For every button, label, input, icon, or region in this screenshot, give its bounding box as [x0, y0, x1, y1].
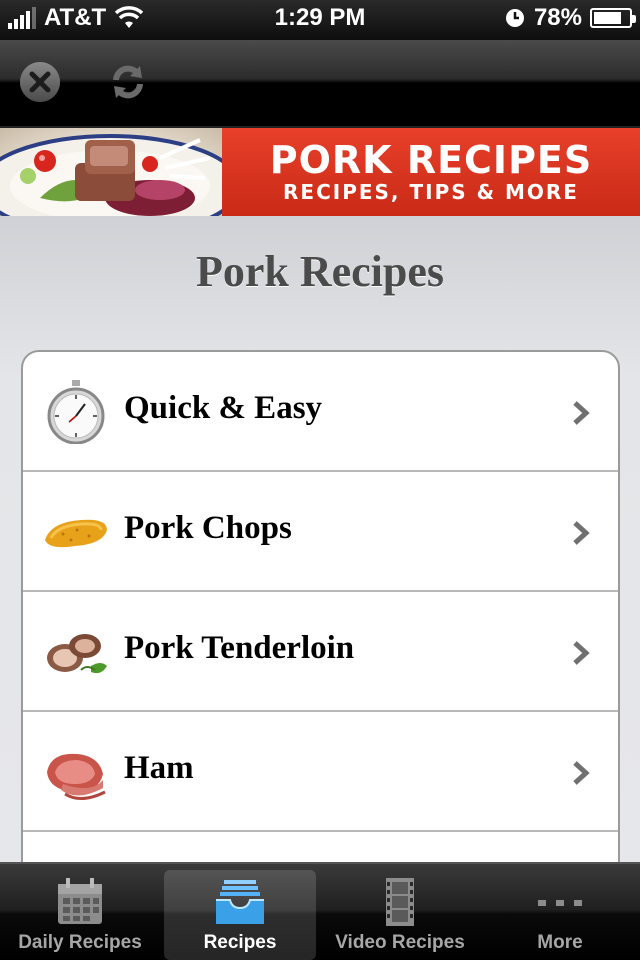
tenderloin-icon — [47, 634, 107, 674]
item-label: Ham — [124, 750, 194, 786]
list-item-next[interactable] — [23, 832, 618, 862]
chevron-right-icon — [573, 641, 590, 665]
refresh-button[interactable] — [104, 58, 152, 106]
item-label: Pork Chops — [124, 510, 292, 546]
film-icon — [386, 878, 414, 926]
tab-label: Daily Recipes — [18, 932, 142, 953]
tab-daily-recipes[interactable]: Daily Recipes — [4, 870, 156, 960]
inbox-tray-icon — [216, 880, 264, 924]
page-title: Pork Recipes — [195, 247, 445, 296]
alarm-clock-icon — [505, 9, 524, 27]
tab-more[interactable]: More — [484, 870, 636, 960]
chevron-right-icon — [573, 401, 590, 425]
pork-chop-icon — [45, 519, 107, 548]
tab-video-recipes[interactable]: Video Recipes — [324, 870, 476, 960]
list-item-pork-tenderloin[interactable]: Pork Tenderloin — [23, 592, 618, 712]
battery-icon — [590, 8, 636, 28]
toolbar — [0, 40, 640, 128]
banner-food-photo — [0, 128, 222, 216]
chevron-right-icon — [573, 761, 590, 785]
banner-title: PORK RECIPES — [269, 138, 593, 182]
close-button[interactable] — [16, 58, 64, 106]
item-label: Quick & Easy — [124, 390, 323, 426]
recipe-category-list: Quick & Easy Pork Chops Pork Tenderloin … — [21, 350, 620, 862]
main-content: Pork Recipes Quick & Easy Pork Chops Por… — [0, 216, 640, 862]
refresh-icon — [113, 65, 143, 99]
item-label: Pork Tenderloin — [124, 630, 355, 666]
tab-recipes[interactable]: Recipes — [164, 870, 316, 960]
ham-icon — [47, 753, 106, 800]
tab-label: Video Recipes — [335, 932, 465, 953]
list-item-ham[interactable]: Ham — [23, 712, 618, 832]
list-item-pork-chops[interactable]: Pork Chops — [23, 472, 618, 592]
tab-bar: Daily Recipes Recipes Video Recipes More — [0, 862, 640, 960]
tab-label: More — [537, 932, 583, 953]
chevron-right-icon — [573, 521, 590, 545]
tab-label: Recipes — [203, 932, 277, 953]
close-icon — [20, 62, 60, 102]
stopwatch-icon — [47, 380, 105, 444]
ad-banner[interactable]: PORK RECIPES RECIPES, TIPS & MORE — [0, 128, 640, 216]
banner-subtitle: RECIPES, TIPS & MORE — [283, 180, 579, 204]
battery-percent: 78% — [533, 4, 582, 31]
more-dots-icon — [538, 900, 582, 906]
list-item-quick-easy[interactable]: Quick & Easy — [23, 352, 618, 472]
battery-level — [594, 12, 621, 24]
calendar-icon — [58, 878, 102, 924]
status-bar: AT&T 1:29 PM 78% — [0, 0, 640, 40]
